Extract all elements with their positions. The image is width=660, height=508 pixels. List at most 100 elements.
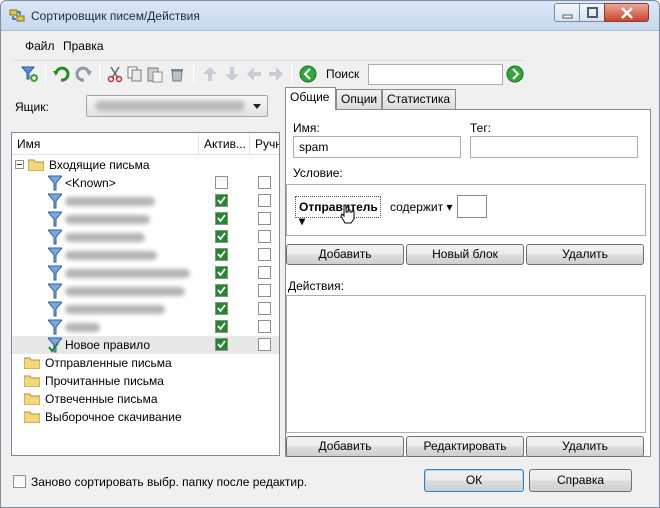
rule-row[interactable] [12, 210, 279, 228]
help-button[interactable]: Справка [529, 469, 632, 492]
tree-item-selective-download[interactable]: Выборочное скачивание [12, 408, 279, 426]
resort-checkbox[interactable] [13, 475, 26, 488]
action-add-button[interactable]: Добавить [286, 436, 404, 457]
rule-label [65, 287, 185, 296]
rule-label [65, 197, 155, 206]
action-delete-button[interactable]: Удалить [526, 436, 644, 457]
rule-active-checkbox[interactable] [215, 176, 228, 189]
rules-tree[interactable]: Имя Актив... Ручн Входящие письма <Known… [11, 132, 280, 456]
condition-add-button[interactable]: Добавить [286, 244, 404, 265]
redo-icon[interactable] [75, 65, 93, 83]
minimize-icon [562, 14, 573, 19]
rule-row[interactable] [12, 300, 279, 318]
tag-label: Тег: [470, 121, 492, 135]
rule-active-checkbox[interactable] [215, 248, 228, 261]
rule-active-checkbox[interactable] [215, 338, 228, 351]
undo-icon[interactable] [52, 65, 70, 83]
mailbox-dropdown[interactable] [86, 95, 268, 117]
condition-delete-button[interactable]: Удалить [526, 244, 644, 265]
rule-manual-checkbox[interactable] [258, 284, 271, 297]
name-field[interactable] [293, 136, 461, 158]
folder-icon [28, 159, 44, 171]
toolbar-separator [193, 65, 194, 83]
condition-editor[interactable]: Отправитель ▾ содержит ▾ [286, 184, 646, 236]
tab-options[interactable]: Опции [336, 89, 382, 109]
collapse-icon[interactable] [15, 160, 24, 169]
search-next-icon[interactable] [506, 65, 524, 83]
rule-manual-checkbox[interactable] [258, 176, 271, 189]
actions-label: Действия: [288, 279, 344, 293]
mailbox-value [95, 101, 245, 111]
delete-icon[interactable] [168, 65, 186, 83]
rule-manual-checkbox[interactable] [258, 338, 271, 351]
move-right-icon[interactable] [267, 65, 285, 83]
rule-row[interactable] [12, 228, 279, 246]
rule-active-checkbox[interactable] [215, 230, 228, 243]
rule-active-checkbox[interactable] [215, 212, 228, 225]
app-window: Сортировщик писем/Действия Файл Правка П… [0, 0, 660, 508]
tab-general[interactable]: Общие [285, 87, 336, 110]
column-active[interactable]: Актив... [199, 133, 250, 155]
rule-row-selected[interactable]: Новое правило [12, 336, 279, 354]
minimize-button[interactable] [554, 3, 580, 22]
column-name[interactable]: Имя [12, 133, 199, 155]
filter-icon [48, 211, 62, 227]
rule-manual-checkbox[interactable] [258, 320, 271, 333]
title-bar[interactable]: Сортировщик писем/Действия [1, 1, 659, 31]
menu-file[interactable]: Файл [25, 39, 55, 53]
rule-manual-checkbox[interactable] [258, 266, 271, 279]
tree-item-label: Прочитанные письма [45, 374, 164, 388]
paste-icon[interactable] [146, 65, 164, 83]
menu-edit[interactable]: Правка [63, 39, 104, 53]
close-button[interactable] [604, 3, 649, 22]
tree-item-inbox[interactable]: Входящие письма [12, 156, 279, 174]
new-filter-icon[interactable] [21, 65, 39, 83]
search-label: Поиск [326, 67, 360, 81]
condition-label: Условие: [293, 166, 343, 180]
toolbar-separator [291, 65, 292, 83]
rule-active-checkbox[interactable] [215, 284, 228, 297]
condition-operator-text: содержит [390, 200, 444, 214]
checkmark-icon [216, 195, 227, 206]
rule-row[interactable]: <Known> [12, 174, 279, 192]
rule-row[interactable] [12, 282, 279, 300]
condition-new-block-button[interactable]: Новый блок [406, 244, 524, 265]
tab-statistics[interactable]: Статистика [382, 89, 456, 109]
rule-row[interactable] [12, 246, 279, 264]
rule-manual-checkbox[interactable] [258, 302, 271, 315]
search-prev-icon[interactable] [299, 65, 317, 83]
mailbox-label: Ящик: [15, 100, 49, 114]
rule-active-checkbox[interactable] [215, 194, 228, 207]
rule-manual-checkbox[interactable] [258, 230, 271, 243]
rule-active-checkbox[interactable] [215, 320, 228, 333]
rule-row[interactable] [12, 318, 279, 336]
rule-active-checkbox[interactable] [215, 302, 228, 315]
cut-icon[interactable] [106, 65, 124, 83]
move-up-icon[interactable] [201, 65, 219, 83]
condition-value-field[interactable] [457, 195, 487, 218]
checkmark-icon [216, 267, 227, 278]
ok-button[interactable]: ОК [424, 469, 524, 492]
actions-list[interactable] [286, 295, 646, 433]
rule-row[interactable] [12, 264, 279, 282]
tree-item-read[interactable]: Прочитанные письма [12, 372, 279, 390]
checkmark-icon [216, 321, 227, 332]
rule-manual-checkbox[interactable] [258, 194, 271, 207]
rule-manual-checkbox[interactable] [258, 212, 271, 225]
tag-field[interactable] [470, 136, 638, 158]
move-down-icon[interactable] [223, 65, 241, 83]
column-manual[interactable]: Ручн [250, 133, 279, 155]
action-edit-button[interactable]: Редактировать [406, 436, 524, 457]
chevron-down-icon [253, 104, 261, 109]
move-left-icon[interactable] [245, 65, 263, 83]
tree-item-replied[interactable]: Отвеченные письма [12, 390, 279, 408]
copy-icon[interactable] [126, 65, 144, 83]
tree-item-sent[interactable]: Отправленные письма [12, 354, 279, 372]
condition-operator-selector[interactable]: содержит ▾ [390, 200, 452, 214]
maximize-button[interactable] [579, 3, 605, 22]
name-label: Имя: [293, 121, 320, 135]
search-input[interactable] [368, 64, 503, 85]
rule-active-checkbox[interactable] [215, 266, 228, 279]
rule-row[interactable] [12, 192, 279, 210]
rule-manual-checkbox[interactable] [258, 248, 271, 261]
